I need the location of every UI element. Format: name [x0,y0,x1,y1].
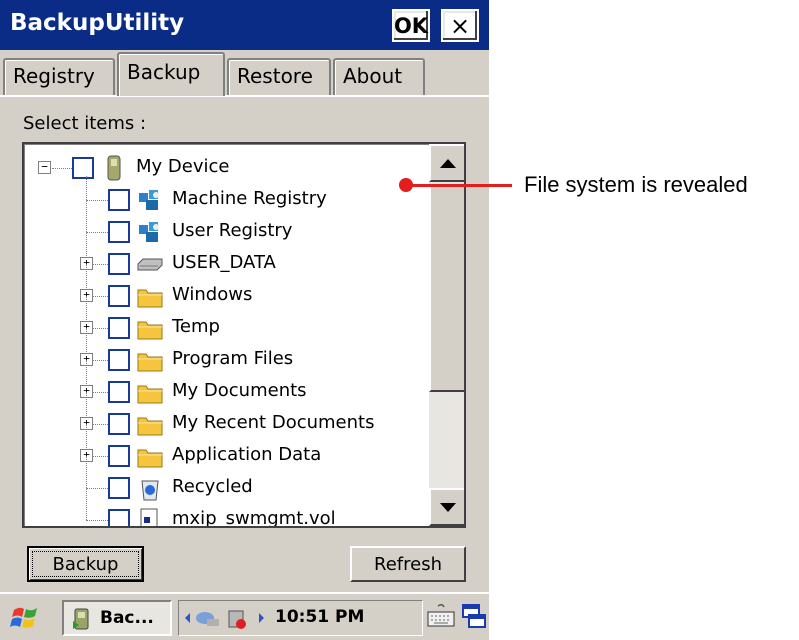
device-screen: BackupUtility OK × Registry Backup Resto… [0,0,489,640]
tree-node-label: mxip_swmgmt.vol [172,508,336,528]
recycle-bin-icon [141,480,159,501]
left-arrow-icon[interactable] [185,613,190,623]
tree-connector-line [86,456,87,490]
windows-flag-icon [10,607,37,628]
tree-node-checkbox[interactable] [108,253,130,275]
tree-connector-line [86,520,108,521]
folder-icon [137,449,163,468]
desktop-windows-icon [462,604,486,628]
tree-node[interactable]: mxip_swmgmt.vol [24,488,429,528]
tree-node-checkbox[interactable] [108,477,130,499]
tree-node[interactable]: + Windows [24,264,429,312]
taskbar-app-label: Bac... [100,608,154,628]
pda-device-icon [107,155,121,181]
tree-node-checkbox[interactable] [108,317,130,339]
refresh-button[interactable]: Refresh [350,546,466,582]
vertical-scrollbar[interactable] [429,144,464,526]
tree-node[interactable]: + USER_DATA [24,232,429,280]
drive-icon [137,258,163,271]
tree-node[interactable]: + Temp [24,296,429,344]
window-title: BackupUtility [10,10,185,36]
folder-icon [137,353,163,372]
tree-node-label: Recycled [172,476,253,497]
tree-node-label: Machine Registry [172,188,327,209]
tree-node-label: USER_DATA [172,252,276,273]
tree-node-checkbox[interactable] [72,157,94,179]
scrollbar-thumb[interactable] [429,184,464,392]
title-bar: BackupUtility OK × [0,0,489,50]
taskbar: Bac... 10:51 PM [0,592,489,640]
start-button[interactable] [8,600,42,636]
show-desktop-button[interactable] [460,600,488,636]
tree-connector-line [86,200,108,201]
tray-icons [179,601,274,635]
tree-node-label: My Documents [172,380,307,401]
tree-node-label: Temp [172,316,220,337]
tree-node-checkbox[interactable] [108,285,130,307]
tree-node-checkbox[interactable] [108,221,130,243]
select-items-label: Select items : [23,113,147,134]
clock[interactable]: 10:51 PM [275,607,364,627]
tree-connector-line [86,200,87,234]
close-button[interactable]: × [441,9,479,42]
callout-line [406,184,512,187]
tree-connector-line [86,232,108,233]
collapse-icon[interactable]: − [38,161,51,174]
folder-icon [137,289,163,308]
tree-node[interactable]: User Registry [24,200,429,248]
scroll-down-button[interactable] [429,488,464,526]
taskbar-app-button[interactable]: Bac... [62,600,172,636]
callout-text: File system is revealed [524,172,748,197]
registry-icon [139,222,159,242]
tree-node-checkbox[interactable] [108,413,130,435]
file-tree[interactable]: − My Device Machine Registry User Registry +… [22,142,466,528]
tree-node-label: My Recent Documents [172,412,375,433]
tree-node-label: My Device [136,156,230,177]
arrow-down-icon [440,503,456,512]
tab-restore[interactable]: Restore [227,58,331,96]
ok-button[interactable]: OK [392,9,430,42]
app-icon [73,608,89,630]
tree-node-label: Application Data [172,444,322,465]
folder-icon [137,417,163,436]
tree-node[interactable]: + My Documents [24,360,429,408]
tree-node-label: User Registry [172,220,293,241]
tree-connector-line [86,488,108,489]
tree-node[interactable]: + Program Files [24,328,429,376]
tree-node-checkbox[interactable] [108,445,130,467]
tab-registry[interactable]: Registry [3,58,115,96]
arrow-up-icon [440,159,456,168]
tab-about[interactable]: About [333,58,425,96]
tree-connector-line [52,168,72,169]
tree-node-label: Windows [172,284,253,305]
tree-node[interactable]: Recycled [24,456,429,504]
tree-node-checkbox[interactable] [108,349,130,371]
folder-icon [137,385,163,404]
tree-node[interactable]: + My Recent Documents [24,392,429,440]
tree-node[interactable]: Machine Registry [24,176,429,216]
system-tray: 10:51 PM [178,600,423,636]
tree-node-label: Program Files [172,348,294,369]
tree-node-checkbox[interactable] [108,509,130,526]
tree-connector-line [86,488,87,520]
file-icon [140,508,158,526]
network-icon[interactable] [196,612,219,626]
tray-icons-graphic [185,610,264,629]
tree-node[interactable]: + Application Data [24,424,429,472]
keyboard-button[interactable] [424,600,458,636]
registry-icon [139,190,159,210]
tab-backup[interactable]: Backup [117,52,225,96]
tab-divider [0,95,489,97]
keyboard-icon [427,603,455,627]
folder-icon [137,321,163,340]
tab-strip: Registry Backup Restore About [0,52,489,96]
scroll-up-button[interactable] [429,144,464,182]
tree-node[interactable]: − My Device [24,152,429,184]
backup-button[interactable]: Backup [27,546,144,582]
right-arrow-icon[interactable] [259,613,264,623]
battery-alert-icon[interactable] [228,610,246,629]
tree-node-checkbox[interactable] [108,189,130,211]
tree-node-checkbox[interactable] [108,381,130,403]
